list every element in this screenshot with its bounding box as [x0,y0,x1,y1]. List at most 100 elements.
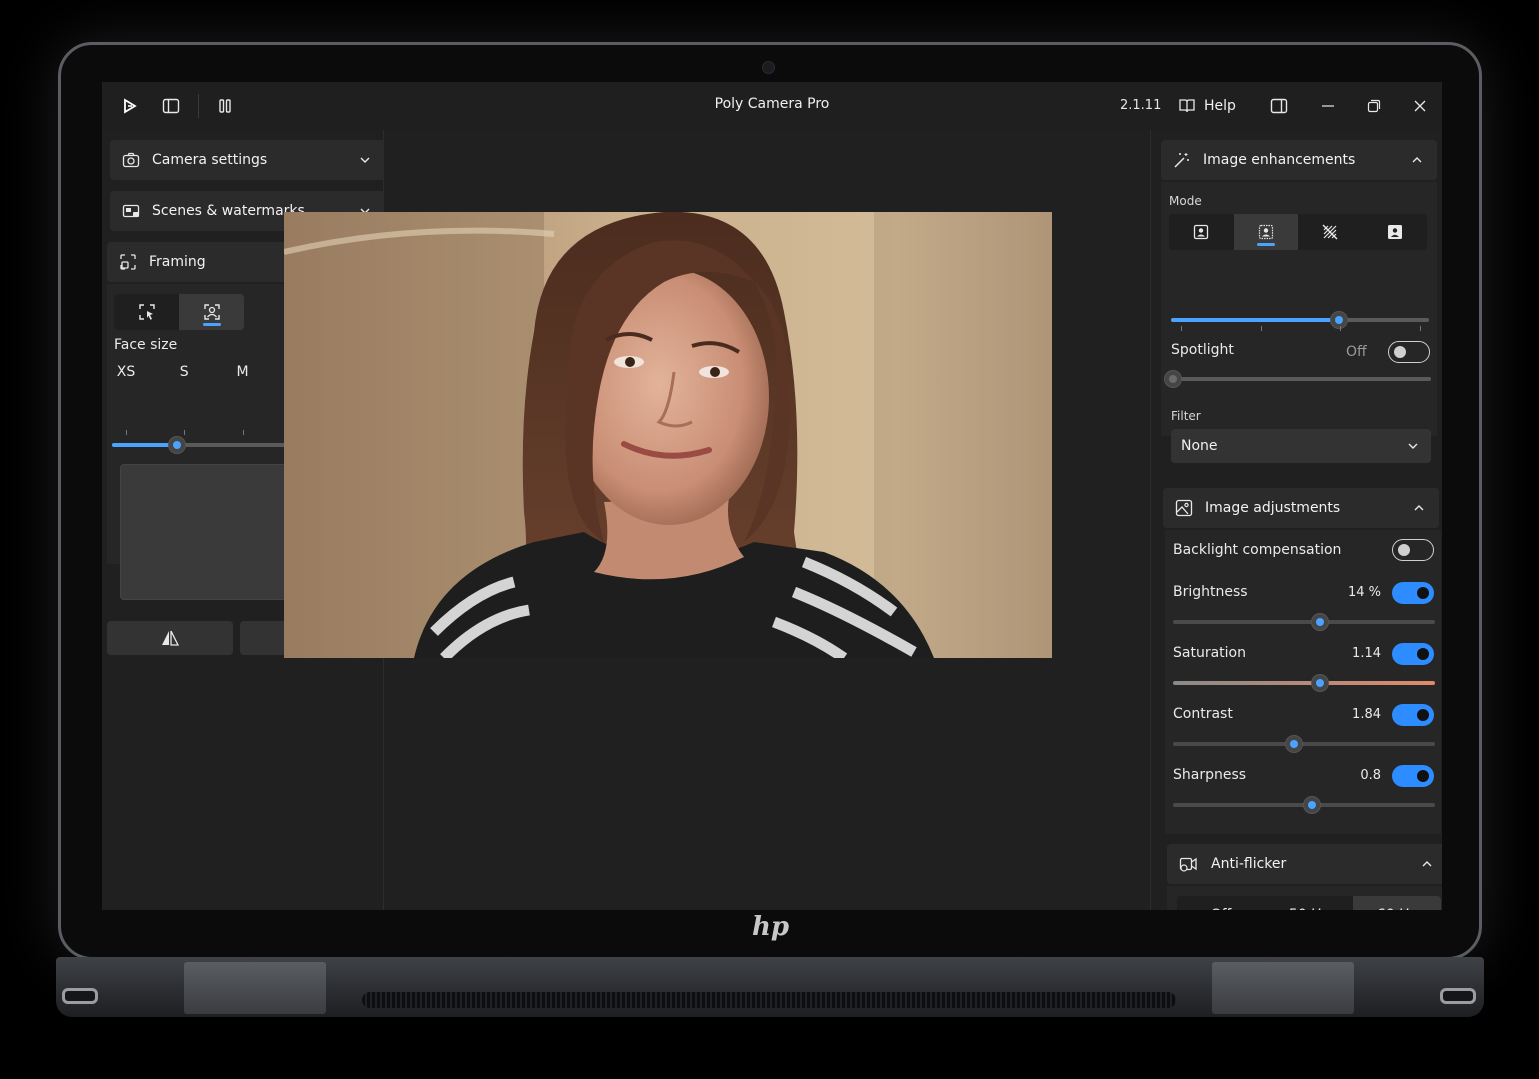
face-size-slider-thumb[interactable] [168,436,186,454]
filter-select[interactable]: None [1171,429,1431,463]
adjustment-label: Brightness [1173,584,1248,600]
usb-port-left [62,988,98,1004]
hp-logo: hp [752,912,790,942]
mode-portrait-button[interactable] [1169,214,1234,250]
auto-framing-button[interactable] [179,294,244,330]
adjustment-label: Sharpness [1173,767,1247,783]
adjustment-label: Contrast [1173,706,1233,722]
adjustment-value: 1.84 [1352,707,1381,722]
mode-intensity-slider[interactable] [1171,311,1429,329]
book-icon [1179,99,1195,113]
face-size-tick-label: XS [116,364,136,380]
adjustment-slider[interactable] [1173,674,1435,692]
backlight-toggle[interactable] [1392,539,1434,561]
hinge-right [1212,962,1354,1014]
adjustment-toggle[interactable] [1392,643,1434,665]
adjustment-toggle[interactable] [1392,582,1434,604]
chevron-down-icon [1408,443,1418,449]
portrait-icon [1194,224,1209,240]
spotlight-slider[interactable] [1164,370,1431,388]
face-size-tick-mark [126,430,127,435]
minimize-icon[interactable] [1316,94,1340,118]
mode-tick-mark [1181,326,1182,331]
chevron-down-icon [360,157,370,163]
adjustment-toggle[interactable] [1392,704,1434,726]
manual-framing-button[interactable] [114,294,179,330]
face-size-tick-mark [242,430,244,435]
anti-flicker-selector: Off50 Hz60 Hz [1177,896,1441,910]
mode-intensity-fill [1171,318,1339,322]
chevron-up-icon [1412,157,1422,163]
app-logo-icon [118,94,142,118]
image-adjustments-label: Image adjustments [1205,500,1341,516]
mode-tick-mark [1419,326,1421,331]
adjustment-label: Saturation [1173,645,1246,661]
adjustment-slider[interactable] [1173,796,1435,814]
scenes-watermarks-label: Scenes & watermarks [152,203,305,219]
image-enhancements-header: Image enhancements [1161,140,1437,180]
image-adjustments-section[interactable]: Image adjustments [1163,488,1439,528]
anti-flicker-icon [1179,857,1197,872]
help-label: Help [1204,98,1236,114]
anti-flicker-section[interactable]: Anti-flicker [1167,844,1442,884]
adjustment-slider[interactable] [1173,613,1435,631]
anti-flicker-option[interactable]: Off [1177,896,1265,910]
adjustment-value: 0.8 [1360,768,1381,783]
window-title: Poly Camera Pro [714,96,830,112]
image-icon [1175,499,1193,517]
adjustment-slider-thumb[interactable] [1311,674,1329,692]
anti-flicker-option[interactable]: 60 Hz [1353,896,1441,910]
camera-settings-header: Camera settings [110,140,385,180]
help-button[interactable]: Help [1178,94,1236,118]
image-enhancements-section[interactable]: Image enhancements [1161,140,1437,180]
mode-person-button[interactable] [1363,214,1428,250]
spotlight-toggle[interactable] [1388,341,1430,363]
spotlight-slider-thumb[interactable] [1164,370,1182,388]
sidebar-toggle-icon[interactable] [159,94,183,118]
image-adjustments-header: Image adjustments [1163,488,1439,528]
adjustment-slider-thumb[interactable] [1311,613,1329,631]
camera-icon [122,152,140,168]
camera-feed-image [284,212,1052,658]
panel-toggle-icon[interactable] [1267,94,1291,118]
chevron-up-icon [1414,505,1424,511]
title-bar: Poly Camera Pro 2.1.11 Help [102,82,1442,130]
face-size-tick-mark [184,430,186,435]
mirror-button[interactable] [107,621,233,655]
mode-tick-mark [1340,326,1341,331]
mode-intensity-thumb[interactable] [1330,311,1348,329]
spotlight-state: Off [1346,344,1367,360]
adjustment-slider-thumb[interactable] [1303,796,1321,814]
adjustment-value: 14 % [1347,585,1381,600]
background-blur-icon [1258,224,1273,240]
mode-background-blur-button[interactable] [1233,214,1298,250]
person-icon [1387,225,1402,239]
spotlight-label: Spotlight [1171,342,1234,358]
mirror-icon [162,630,180,646]
camera-settings-label: Camera settings [152,152,268,168]
camera-settings-section[interactable]: Camera settings [110,140,385,180]
adjustment-slider-thumb[interactable] [1285,735,1303,753]
face-size-tick-label: S [179,364,189,380]
mode-tick-mark [1260,326,1262,331]
image-enhancements-label: Image enhancements [1203,152,1356,168]
webcam-lens [762,61,775,74]
camera-preview [284,212,1052,658]
anti-flicker-option[interactable]: 50 Hz [1265,896,1353,910]
titlebar-separator [198,94,199,118]
scenes-icon [122,204,140,218]
framing-mode-toggle [114,294,244,330]
restore-icon[interactable] [1362,94,1386,118]
adjustment-slider[interactable] [1173,735,1435,753]
adjustment-toggle[interactable] [1392,765,1434,787]
pointer-frame-icon [138,304,155,320]
mode-low-light-button[interactable] [1298,214,1363,250]
face-size-label: Face size [114,337,178,353]
mode-selector [1169,214,1427,250]
close-icon[interactable] [1408,94,1432,118]
version-label: 2.1.11 [1120,98,1162,113]
person-frame-icon [203,304,220,320]
pause-preview-icon[interactable] [213,94,237,118]
framing-icon [120,254,136,270]
usb-port-right [1440,988,1476,1004]
